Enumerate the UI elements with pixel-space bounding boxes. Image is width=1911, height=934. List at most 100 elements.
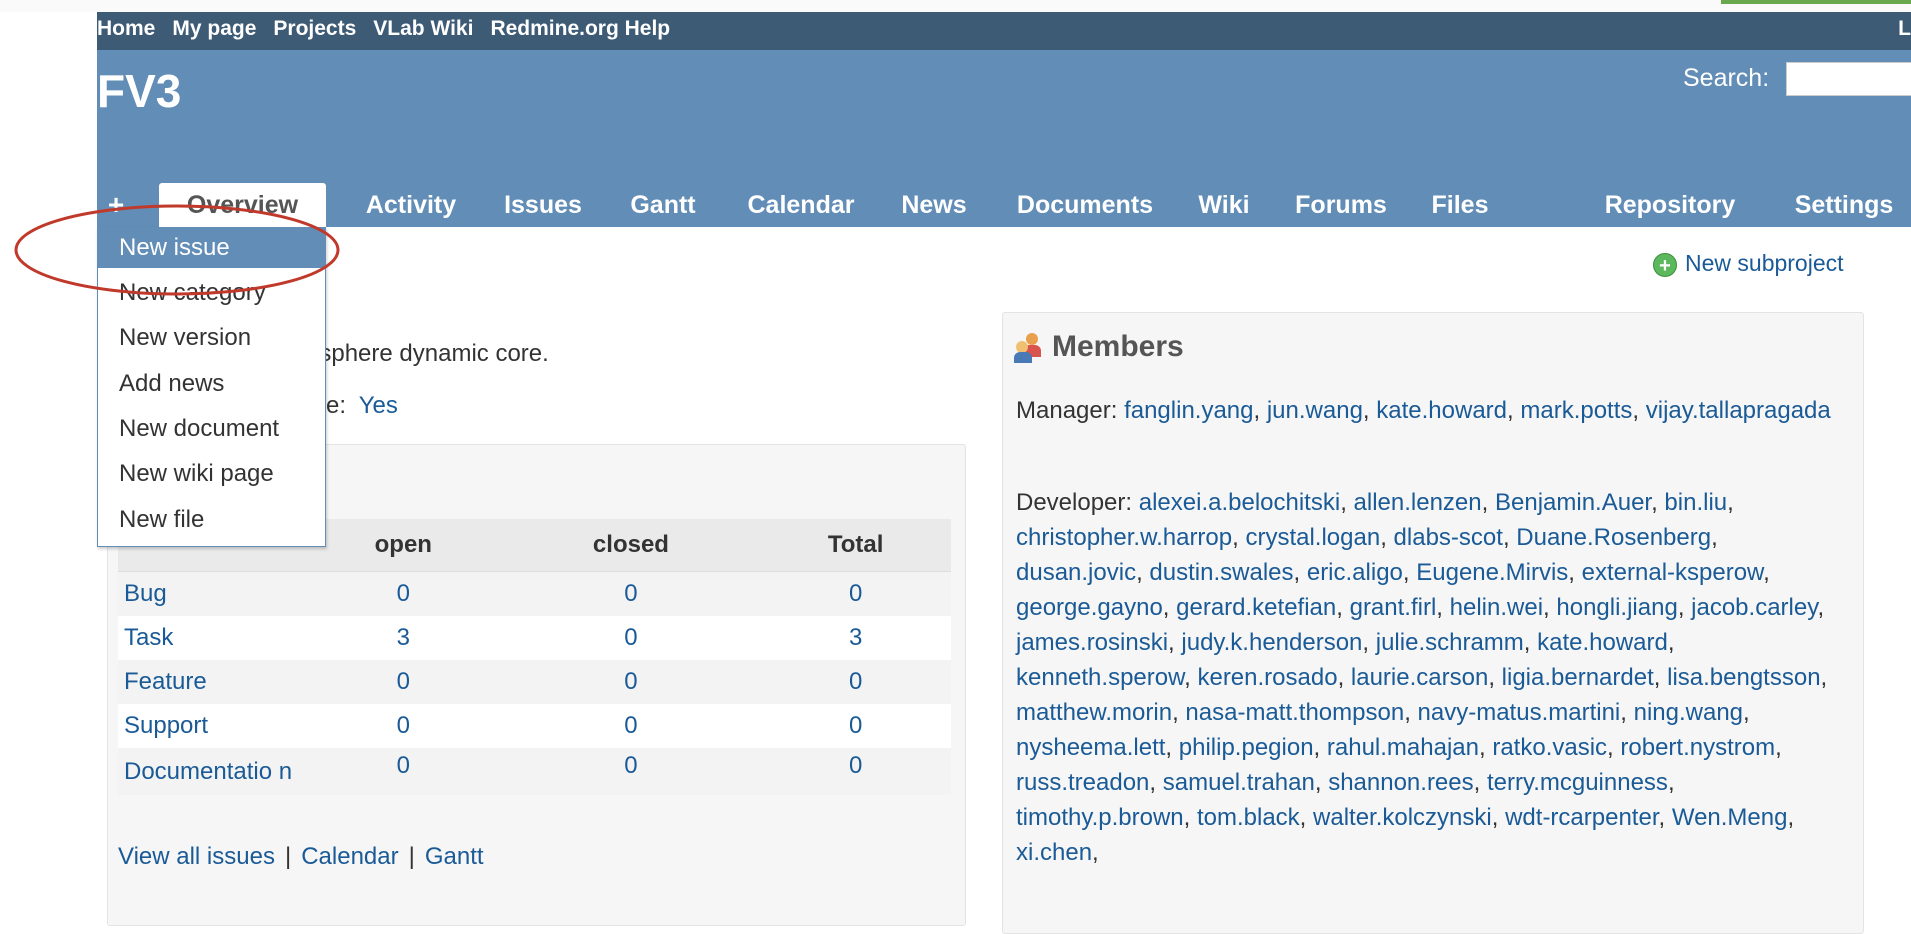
total-count[interactable]: 0	[760, 571, 951, 616]
member-link[interactable]: vijay.tallapragada	[1646, 397, 1831, 424]
view-all-issues-link[interactable]: View all issues	[118, 843, 275, 870]
tab-issues[interactable]: Issues	[494, 183, 592, 227]
member-link[interactable]: matthew.morin	[1016, 699, 1172, 726]
member-link[interactable]: Benjamin.Auer	[1495, 489, 1651, 516]
member-link[interactable]: grant.firl	[1350, 594, 1437, 621]
closed-count[interactable]: 0	[501, 704, 761, 748]
member-link[interactable]: hongli.jiang	[1556, 594, 1677, 621]
member-link[interactable]: judy.k.henderson	[1181, 629, 1362, 656]
member-link[interactable]: Eugene.Mirvis	[1416, 559, 1568, 586]
member-link[interactable]: ligia.bernardet	[1502, 664, 1654, 691]
top-menu-home[interactable]: Home	[97, 17, 155, 41]
tracker-link[interactable]: Support	[118, 704, 305, 748]
member-link[interactable]: shannon.rees	[1328, 769, 1473, 796]
member-link[interactable]: nasa-matt.thompson	[1185, 699, 1404, 726]
member-link[interactable]: walter.kolczynski	[1313, 804, 1492, 831]
member-link[interactable]: fanglin.yang	[1124, 397, 1253, 424]
member-link[interactable]: robert.nystrom	[1620, 734, 1775, 761]
menu-item-new-file[interactable]: New file	[98, 500, 325, 540]
menu-item-new-wiki-page[interactable]: New wiki page	[98, 454, 325, 494]
new-subproject-link[interactable]: + New subproject	[1653, 250, 1844, 277]
member-link[interactable]: navy-matus.martini	[1418, 699, 1621, 726]
member-link[interactable]: christopher.w.harrop	[1016, 524, 1232, 551]
member-link[interactable]: jacob.carley	[1691, 594, 1817, 621]
member-link[interactable]: Wen.Meng	[1672, 804, 1788, 831]
tab-wiki[interactable]: Wiki	[1190, 183, 1258, 227]
tab-gantt[interactable]: Gantt	[620, 183, 706, 227]
member-link[interactable]: Duane.Rosenberg	[1516, 524, 1711, 551]
top-menu-projects[interactable]: Projects	[273, 17, 356, 41]
menu-item-new-category[interactable]: New category	[98, 273, 325, 313]
tracker-link[interactable]: Documentatio n	[118, 748, 305, 795]
member-link[interactable]: dustin.swales	[1149, 559, 1293, 586]
member-link[interactable]: external-ksperow	[1582, 559, 1763, 586]
tracker-link[interactable]: Task	[118, 616, 305, 660]
closed-count[interactable]: 0	[501, 748, 761, 795]
menu-item-new-document[interactable]: New document	[98, 409, 325, 449]
member-link[interactable]: dusan.jovic	[1016, 559, 1136, 586]
member-link[interactable]: laurie.carson	[1351, 664, 1488, 691]
tab-news[interactable]: News	[891, 183, 977, 227]
custom-field-value[interactable]: Yes	[359, 392, 398, 419]
member-link[interactable]: bin.liu	[1664, 489, 1727, 516]
member-link[interactable]: mark.potts	[1520, 397, 1632, 424]
member-link[interactable]: samuel.trahan	[1163, 769, 1315, 796]
member-link[interactable]: lisa.bengtsson	[1667, 664, 1820, 691]
member-link[interactable]: nysheema.lett	[1016, 734, 1165, 761]
closed-count[interactable]: 0	[501, 660, 761, 704]
member-link[interactable]: jun.wang	[1267, 397, 1363, 424]
member-link[interactable]: dlabs-scot	[1394, 524, 1503, 551]
new-object-plus-button[interactable]: +	[97, 183, 135, 227]
member-link[interactable]: ning.wang	[1634, 699, 1743, 726]
total-count[interactable]: 3	[760, 616, 951, 660]
closed-count[interactable]: 0	[501, 616, 761, 660]
closed-count[interactable]: 0	[501, 571, 761, 616]
calendar-link[interactable]: Calendar	[301, 843, 398, 870]
member-link[interactable]: kate.howard	[1376, 397, 1507, 424]
total-count[interactable]: 0	[760, 660, 951, 704]
tab-settings[interactable]: Settings	[1779, 183, 1909, 227]
total-count[interactable]: 0	[760, 748, 951, 795]
member-link[interactable]: tom.black	[1197, 804, 1300, 831]
tracker-link[interactable]: Feature	[118, 660, 305, 704]
member-link[interactable]: ratko.vasic	[1492, 734, 1607, 761]
open-count[interactable]: 0	[305, 748, 502, 795]
member-link[interactable]: philip.pegion	[1179, 734, 1314, 761]
member-link[interactable]: julie.schramm	[1376, 629, 1524, 656]
gantt-link[interactable]: Gantt	[425, 843, 484, 870]
member-link[interactable]: wdt-rcarpenter	[1505, 804, 1658, 831]
top-menu-my-page[interactable]: My page	[172, 17, 256, 41]
member-link[interactable]: allen.lenzen	[1354, 489, 1482, 516]
tab-files[interactable]: Files	[1423, 183, 1497, 227]
open-count[interactable]: 0	[305, 660, 502, 704]
open-count[interactable]: 3	[305, 616, 502, 660]
member-link[interactable]: kenneth.sperow	[1016, 664, 1184, 691]
member-link[interactable]: rahul.mahajan	[1327, 734, 1479, 761]
member-link[interactable]: russ.treadon	[1016, 769, 1149, 796]
tab-forums[interactable]: Forums	[1284, 183, 1398, 227]
member-link[interactable]: james.rosinski	[1016, 629, 1168, 656]
member-link[interactable]: timothy.p.brown	[1016, 804, 1184, 831]
member-link[interactable]: crystal.logan	[1245, 524, 1380, 551]
menu-item-new-version[interactable]: New version	[98, 318, 325, 358]
top-menu-account-link[interactable]: L	[1898, 17, 1911, 41]
total-count[interactable]: 0	[760, 704, 951, 748]
member-link[interactable]: helin.wei	[1450, 594, 1543, 621]
tab-calendar[interactable]: Calendar	[736, 183, 866, 227]
tab-overview[interactable]: Overview	[159, 183, 326, 227]
member-link[interactable]: terry.mcguinness	[1487, 769, 1668, 796]
member-link[interactable]: keren.rosado	[1197, 664, 1337, 691]
member-link[interactable]: xi.chen	[1016, 839, 1092, 866]
member-link[interactable]: alexei.a.belochitski	[1139, 489, 1340, 516]
tab-documents[interactable]: Documents	[1006, 183, 1164, 227]
top-menu-redmine-help[interactable]: Redmine.org Help	[490, 17, 670, 41]
member-link[interactable]: george.gayno	[1016, 594, 1163, 621]
search-input[interactable]	[1786, 62, 1911, 96]
tracker-link[interactable]: Bug	[118, 571, 305, 616]
menu-item-add-news[interactable]: Add news	[98, 364, 325, 404]
member-link[interactable]: gerard.ketefian	[1176, 594, 1336, 621]
member-link[interactable]: kate.howard	[1537, 629, 1668, 656]
top-menu-vlab-wiki[interactable]: VLab Wiki	[373, 17, 473, 41]
open-count[interactable]: 0	[305, 704, 502, 748]
tab-activity[interactable]: Activity	[354, 183, 468, 227]
